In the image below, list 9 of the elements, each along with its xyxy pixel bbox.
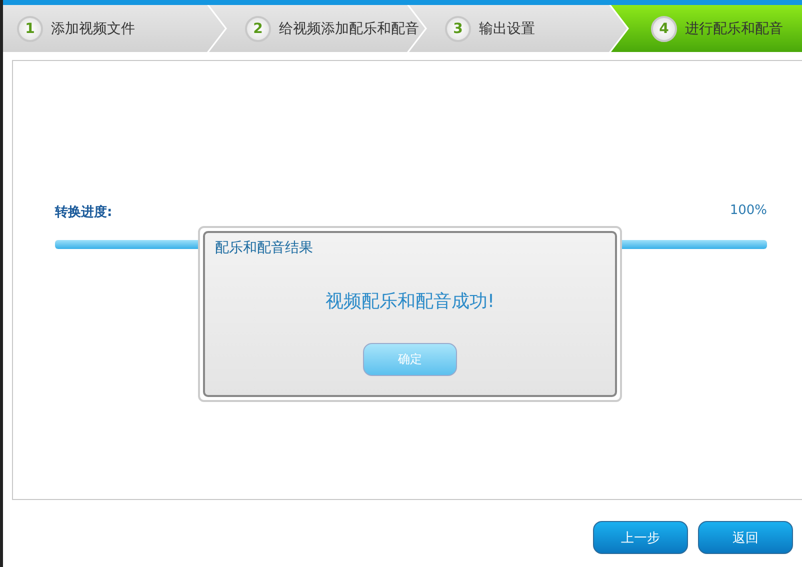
dialog-title: 配乐和配音结果 (215, 239, 314, 257)
wizard-step[interactable]: 2 给视频添加配乐和配音 (209, 5, 425, 52)
wizard-step[interactable]: 1 添加视频文件 (3, 5, 225, 52)
progress-label: 转换进度: (55, 204, 112, 221)
wizard-step[interactable]: 4 进行配乐和配音 (611, 5, 802, 52)
nav-button[interactable]: 上一步 (593, 521, 688, 554)
progress-reading: 100% (730, 203, 767, 220)
dialog-message: 视频配乐和配音成功! (324, 290, 496, 313)
nav-button[interactable]: 返回 (698, 521, 793, 554)
